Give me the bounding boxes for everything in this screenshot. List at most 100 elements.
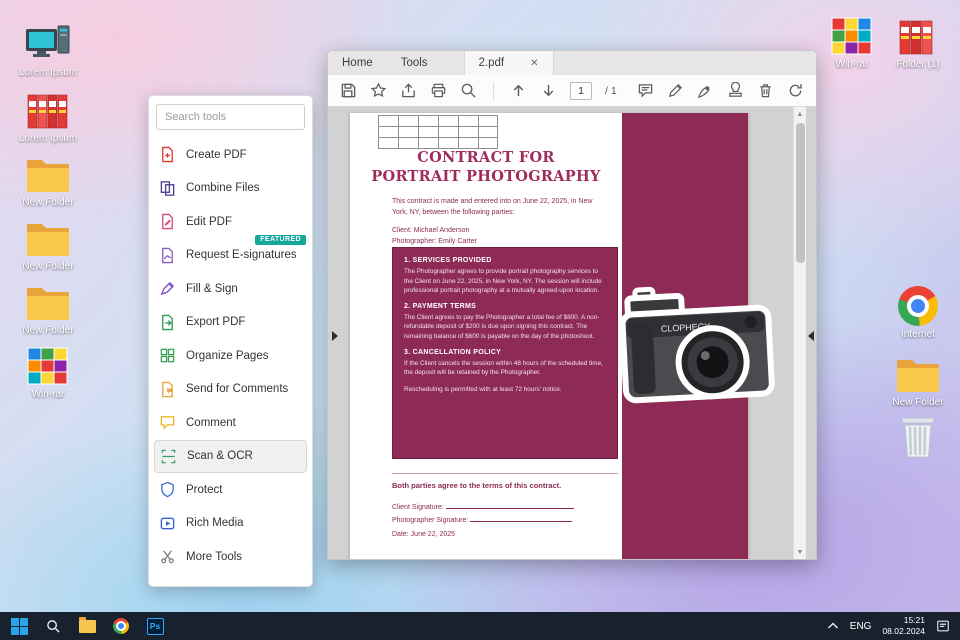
start-button[interactable] [10,617,28,635]
chrome-button[interactable] [112,617,130,635]
scroll-down-icon[interactable]: ▼ [797,545,804,559]
desktop-icon-label: Win-rar [835,59,869,70]
stamp-button[interactable] [727,82,744,99]
desktop-icon-folder-count[interactable]: Folder (1) [882,14,954,70]
section-heading: 2. PAYMENT TERMS [404,302,477,310]
tool-item-export-pdf[interactable]: Export PDF [149,306,312,340]
desktop-icon-folder-3[interactable]: New Folder [12,280,84,336]
photographer-signature-label: Photographer Signature: [392,517,469,525]
desktop-icon-label: Folder (1) [896,59,940,70]
page-total-label: / 1 [605,84,617,97]
photographer-signature-line [470,516,573,523]
client-line: Client: Michael Anderson [392,227,470,234]
tool-item-protect[interactable]: Protect [149,473,312,507]
expand-right-panel-button[interactable] [806,325,816,347]
more-tools-icon [161,550,174,564]
agreement-line: Both parties agree to the terms of this … [392,481,562,490]
close-tab-icon[interactable]: ✕ [530,58,538,69]
search-tools-input[interactable] [156,104,305,130]
taskbar-left: Ps [0,616,164,635]
tool-item-create-pdf[interactable]: Create PDF [149,138,312,172]
comment-icon [160,416,175,431]
section-heading: 3. CANCELLATION POLICY [404,348,502,356]
photoshop-icon: Ps [146,617,164,635]
tool-item-comment[interactable]: Comment [149,406,312,440]
save-button[interactable] [340,82,357,99]
notifications-icon[interactable] [936,619,950,633]
tool-item-fill-sign[interactable]: Fill & Sign [149,272,312,306]
file-explorer-button[interactable] [78,616,96,635]
desktop-icon-winrar-right[interactable]: Win-rar [816,14,888,70]
tab-tools[interactable]: Tools [387,51,442,75]
vertical-scrollbar[interactable]: ▲ ▼ [793,107,806,559]
tool-item-scan-ocr[interactable]: Scan & OCR [154,439,307,473]
tray-expand-icon[interactable] [827,622,839,630]
fill-sign-icon [160,282,175,296]
desktop-icon-computer[interactable]: Lorem Ipsum [12,22,84,78]
taskbar-search-button[interactable] [44,617,62,635]
combine-files-icon [160,180,175,196]
page-number-input[interactable] [570,81,592,100]
desktop-icon-folder-1[interactable]: New Folder [12,152,84,208]
scroll-up-icon[interactable]: ▲ [797,107,804,121]
comment-button[interactable] [637,82,654,99]
photoshop-button[interactable]: Ps [146,617,164,635]
taskbar: Ps ENG 15:21 08.02.2024 [0,612,960,640]
toolbar-separator [493,81,494,100]
edit-pdf-icon [162,214,173,230]
taskbar-right: ENG 15:21 08.02.2024 [827,615,960,636]
scrollbar-thumb[interactable] [795,123,805,263]
desktop-icon-folder-right[interactable]: New Folder [882,352,954,408]
send-for-comments-icon [162,381,173,397]
clock-time: 15:21 [903,615,925,626]
tool-item-rich-media[interactable]: Rich Media [149,507,312,541]
previous-page-button[interactable] [510,82,527,99]
expand-left-panel-button[interactable] [330,325,340,347]
tool-item-organize-pages[interactable]: Organize Pages [149,339,312,373]
desktop-icon-folder-2[interactable]: New Folder [12,216,84,272]
next-page-button[interactable] [540,82,557,99]
document-intro: This contract is made and entered into o… [392,198,593,216]
photographer-line: Photographer: Emily Carter [392,238,477,246]
share-button[interactable] [400,82,417,99]
zoom-button[interactable] [460,82,477,99]
tool-item-edit-pdf[interactable]: Edit PDF [149,205,312,239]
clock[interactable]: 15:21 08.02.2024 [882,615,925,636]
folder-icon [78,616,96,633]
language-indicator[interactable]: ENG [850,621,872,632]
tool-item-more-tools[interactable]: More Tools [149,540,312,574]
desktop-icon-binders[interactable]: Lorem Ipsum [12,88,84,144]
request-esignatures-icon [162,247,173,263]
organize-pages-icon [160,348,175,363]
folder-icon [12,280,84,322]
winrar-icon [816,14,888,56]
tool-item-combine-files[interactable]: Combine Files [149,172,312,206]
document-tab-label: 2.pdf [478,57,505,69]
binders-icon [882,14,954,56]
pencil-button[interactable] [667,82,684,99]
sign-button[interactable] [697,82,714,99]
desktop-icon-label: Lorem Ipsum [18,67,78,78]
scan-ocr-icon [161,449,176,464]
rotate-button[interactable] [787,82,804,99]
camera-illustration: CLOPHECY [612,271,782,421]
desktop-icon-winrar-left[interactable]: Win-rar [12,344,84,400]
window-tabstrip: Home Tools 2.pdf ✕ [328,51,816,75]
tab-document[interactable]: 2.pdf ✕ [463,51,554,75]
clock-date: 08.02.2024 [882,626,925,636]
desktop-icon-internet[interactable]: Internet [882,284,954,340]
rich-media-icon [160,517,175,530]
desktop-icon-label: New Folder [22,261,74,272]
tab-home[interactable]: Home [328,51,387,75]
search-icon [46,619,60,633]
delete-button[interactable] [757,82,774,99]
windows-logo-icon [10,617,28,635]
star-button[interactable] [370,82,387,99]
print-button[interactable] [430,82,447,99]
desktop-icon-recycle-bin[interactable] [882,417,954,463]
tool-item-send-for-comments[interactable]: Send for Comments [149,373,312,407]
left-triangle-icon [808,331,814,341]
tool-item-request-esignatures[interactable]: Request E-signatures FEATURED [149,234,312,273]
document-viewer: CONTRACT FOR PORTRAIT PHOTOGRAPHY This c… [328,107,793,559]
trash-icon [882,417,954,460]
